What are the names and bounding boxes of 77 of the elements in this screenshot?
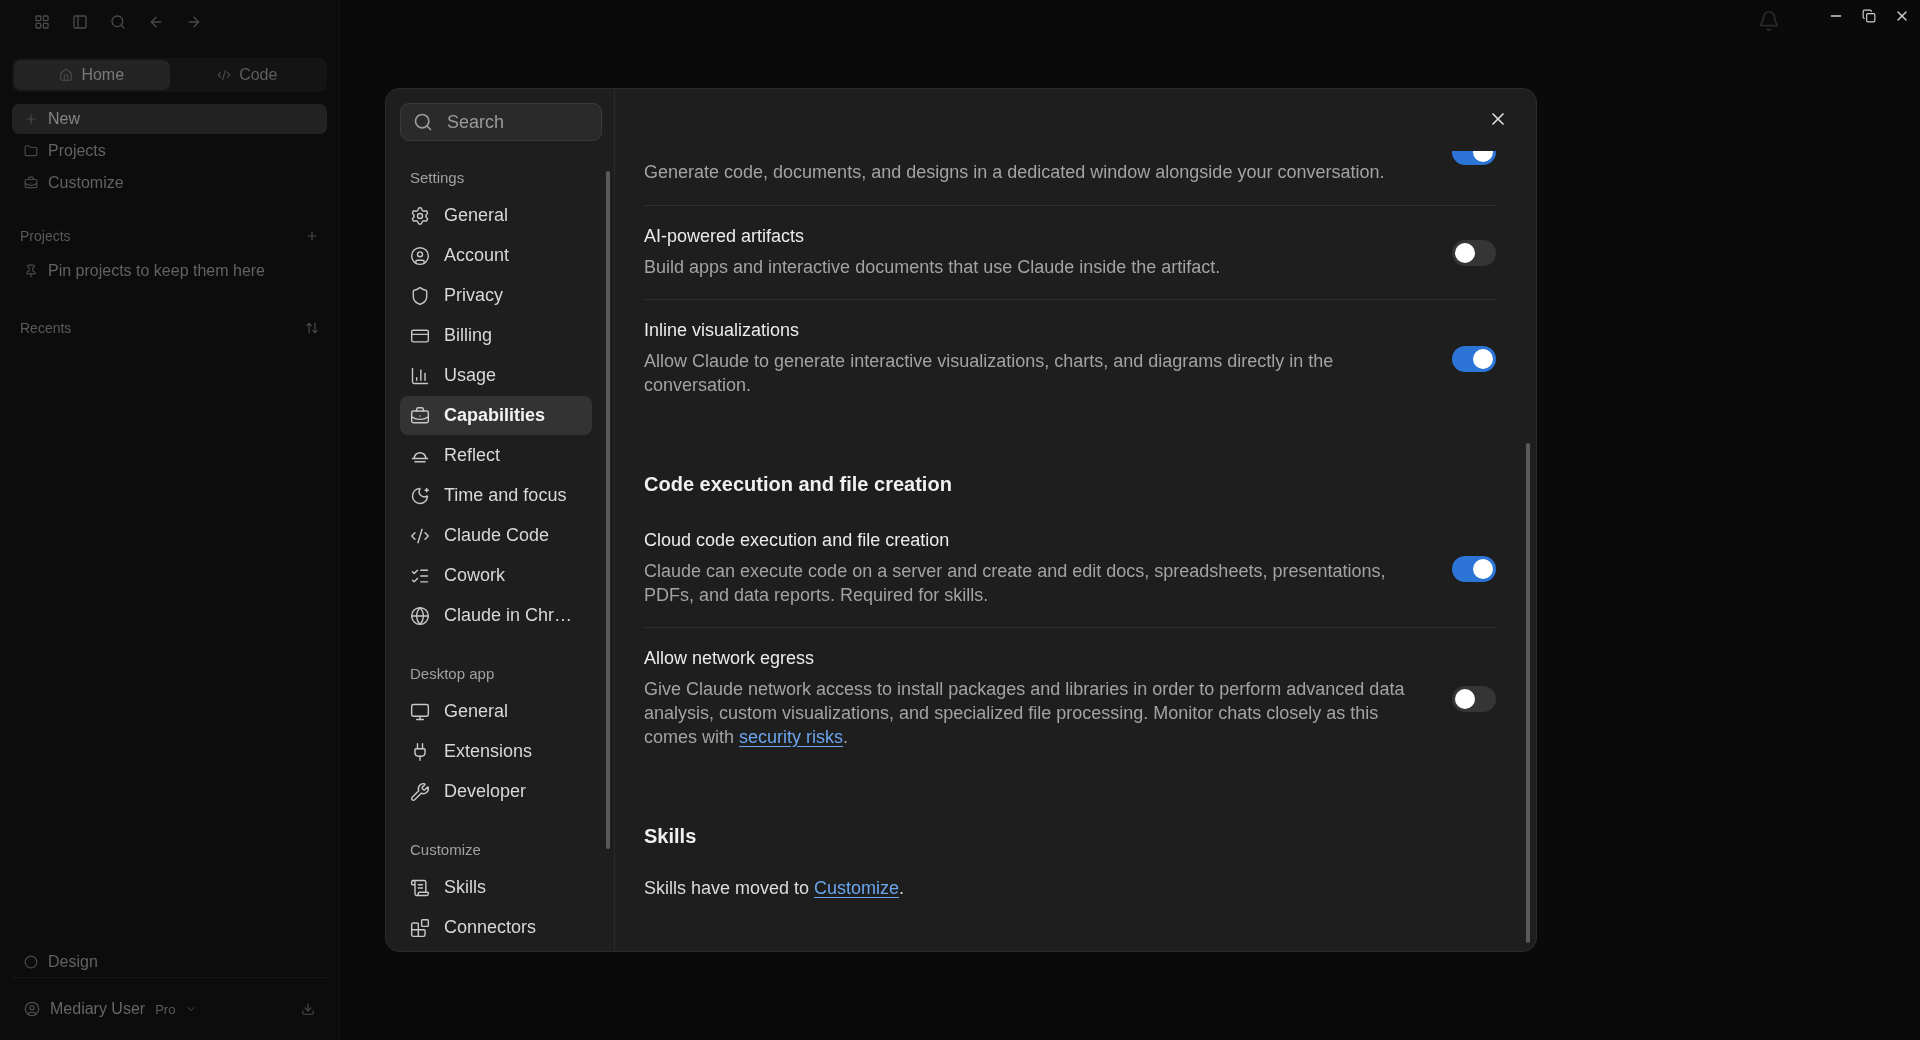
settings-nav-item[interactable]: Developer — [400, 772, 592, 811]
settings-nav-item[interactable]: Claude in Chr… — [400, 596, 592, 635]
toggle-switch[interactable] — [1452, 555, 1496, 582]
group-heading: Settings — [409, 169, 466, 186]
setting-description: Generate code, documents, and designs in a dedicated window alongside your conversation. — [644, 161, 1386, 184]
setting-description: Give Claude network access to install packages and libraries in order to perform advanced data analysis, custom visualizations, and specialized file processing. Monitor chats closely as this comes with security risks. — [644, 678, 1406, 749]
section-heading: Recents — [20, 320, 72, 336]
forward-icon[interactable] — [186, 14, 202, 30]
tab[interactable]: Home — [14, 60, 170, 90]
briefcase-icon — [410, 405, 430, 426]
shield-icon — [410, 285, 430, 306]
restore-icon[interactable] — [1862, 9, 1876, 23]
back-icon[interactable] — [148, 14, 164, 30]
settings-nav-item[interactable]: Cowork — [400, 556, 592, 595]
scrollbar-thumb[interactable] — [606, 171, 610, 849]
folder-icon — [24, 144, 38, 158]
link[interactable]: security risks — [739, 727, 844, 747]
group-heading: Customize — [409, 841, 482, 858]
circle-icon — [24, 955, 38, 969]
setting-title: Inline visualizations — [644, 320, 801, 341]
globe-icon — [410, 605, 430, 626]
settings-nav-item[interactable]: Claude Code — [400, 516, 592, 555]
briefcase-icon — [24, 176, 38, 190]
bar-chart-icon — [410, 365, 430, 386]
toggle-switch[interactable] — [1452, 345, 1496, 372]
setting-description: Allow Claude to generate interactive visualizations, charts, and diagrams directly in the conversation. — [644, 350, 1335, 397]
settings-nav-item[interactable]: Capabilities — [400, 396, 592, 435]
gear-icon — [410, 205, 430, 226]
section-heading: Skills — [644, 825, 698, 848]
avatar-icon — [24, 1001, 40, 1017]
sidebar-icon[interactable] — [72, 14, 88, 30]
scroll-icon — [410, 877, 430, 898]
settings-nav-item[interactable]: Time and focus — [400, 476, 592, 515]
section-heading: Projects — [20, 228, 71, 244]
plus-icon[interactable] — [305, 229, 319, 243]
settings-nav-item[interactable]: Billing — [400, 316, 592, 355]
link[interactable]: Customize — [814, 878, 900, 898]
monitor-icon — [410, 701, 430, 722]
settings-nav-item[interactable]: General — [400, 692, 592, 731]
setting-title: Cloud code execution and file creation — [644, 530, 951, 551]
home-icon — [59, 68, 74, 82]
bell-icon[interactable] — [1758, 10, 1780, 32]
settings-nav-item[interactable]: Connectors — [400, 908, 592, 947]
wrench-icon — [410, 781, 430, 802]
setting-description: Claude can execute code on a server and create and edit docs, spreadsheets, presentations, PDFs, and data reports. Required for skills. — [644, 560, 1387, 607]
sort-icon[interactable] — [305, 321, 319, 335]
scrollbar-thumb[interactable] — [1526, 443, 1530, 943]
plus-icon — [24, 112, 38, 126]
nav-item[interactable]: New — [12, 104, 327, 134]
setting-title: Allow network egress — [644, 648, 816, 669]
section-heading: Code execution and file creation — [644, 473, 953, 496]
pin-icon — [24, 264, 38, 278]
user-icon — [410, 245, 430, 266]
blocks-icon — [410, 917, 430, 938]
group-heading: Desktop app — [409, 665, 496, 682]
plan-label: Pro — [155, 1001, 176, 1017]
setting-description: Build apps and interactive documents that use Claude inside the artifact. — [644, 256, 1222, 279]
settings-nav-item[interactable]: Account — [400, 236, 592, 275]
download-icon[interactable] — [301, 1002, 315, 1016]
code-icon — [217, 68, 232, 82]
moon-icon — [410, 485, 430, 506]
user-name: Mediary User — [50, 1000, 146, 1018]
note-text: Skills have moved to Customize. — [644, 878, 906, 899]
search-icon[interactable] — [110, 14, 126, 30]
settings-nav-item[interactable]: Skills — [400, 868, 592, 907]
search-field[interactable]: Search — [400, 103, 602, 141]
settings-nav-item[interactable]: Usage — [400, 356, 592, 395]
settings-nav-item[interactable]: Reflect — [400, 436, 592, 475]
grid-icon[interactable] — [34, 14, 50, 30]
toggle-switch[interactable] — [1452, 239, 1496, 266]
empty-hint: Pin projects to keep them here — [12, 256, 327, 286]
search-icon — [413, 112, 433, 132]
settings-nav-item[interactable]: General — [400, 196, 592, 235]
settings-nav-item[interactable]: Extensions — [400, 732, 592, 771]
setting-title: AI-powered artifacts — [644, 226, 806, 247]
settings-nav-item[interactable]: Privacy — [400, 276, 592, 315]
toggle-switch[interactable] — [1452, 685, 1496, 712]
